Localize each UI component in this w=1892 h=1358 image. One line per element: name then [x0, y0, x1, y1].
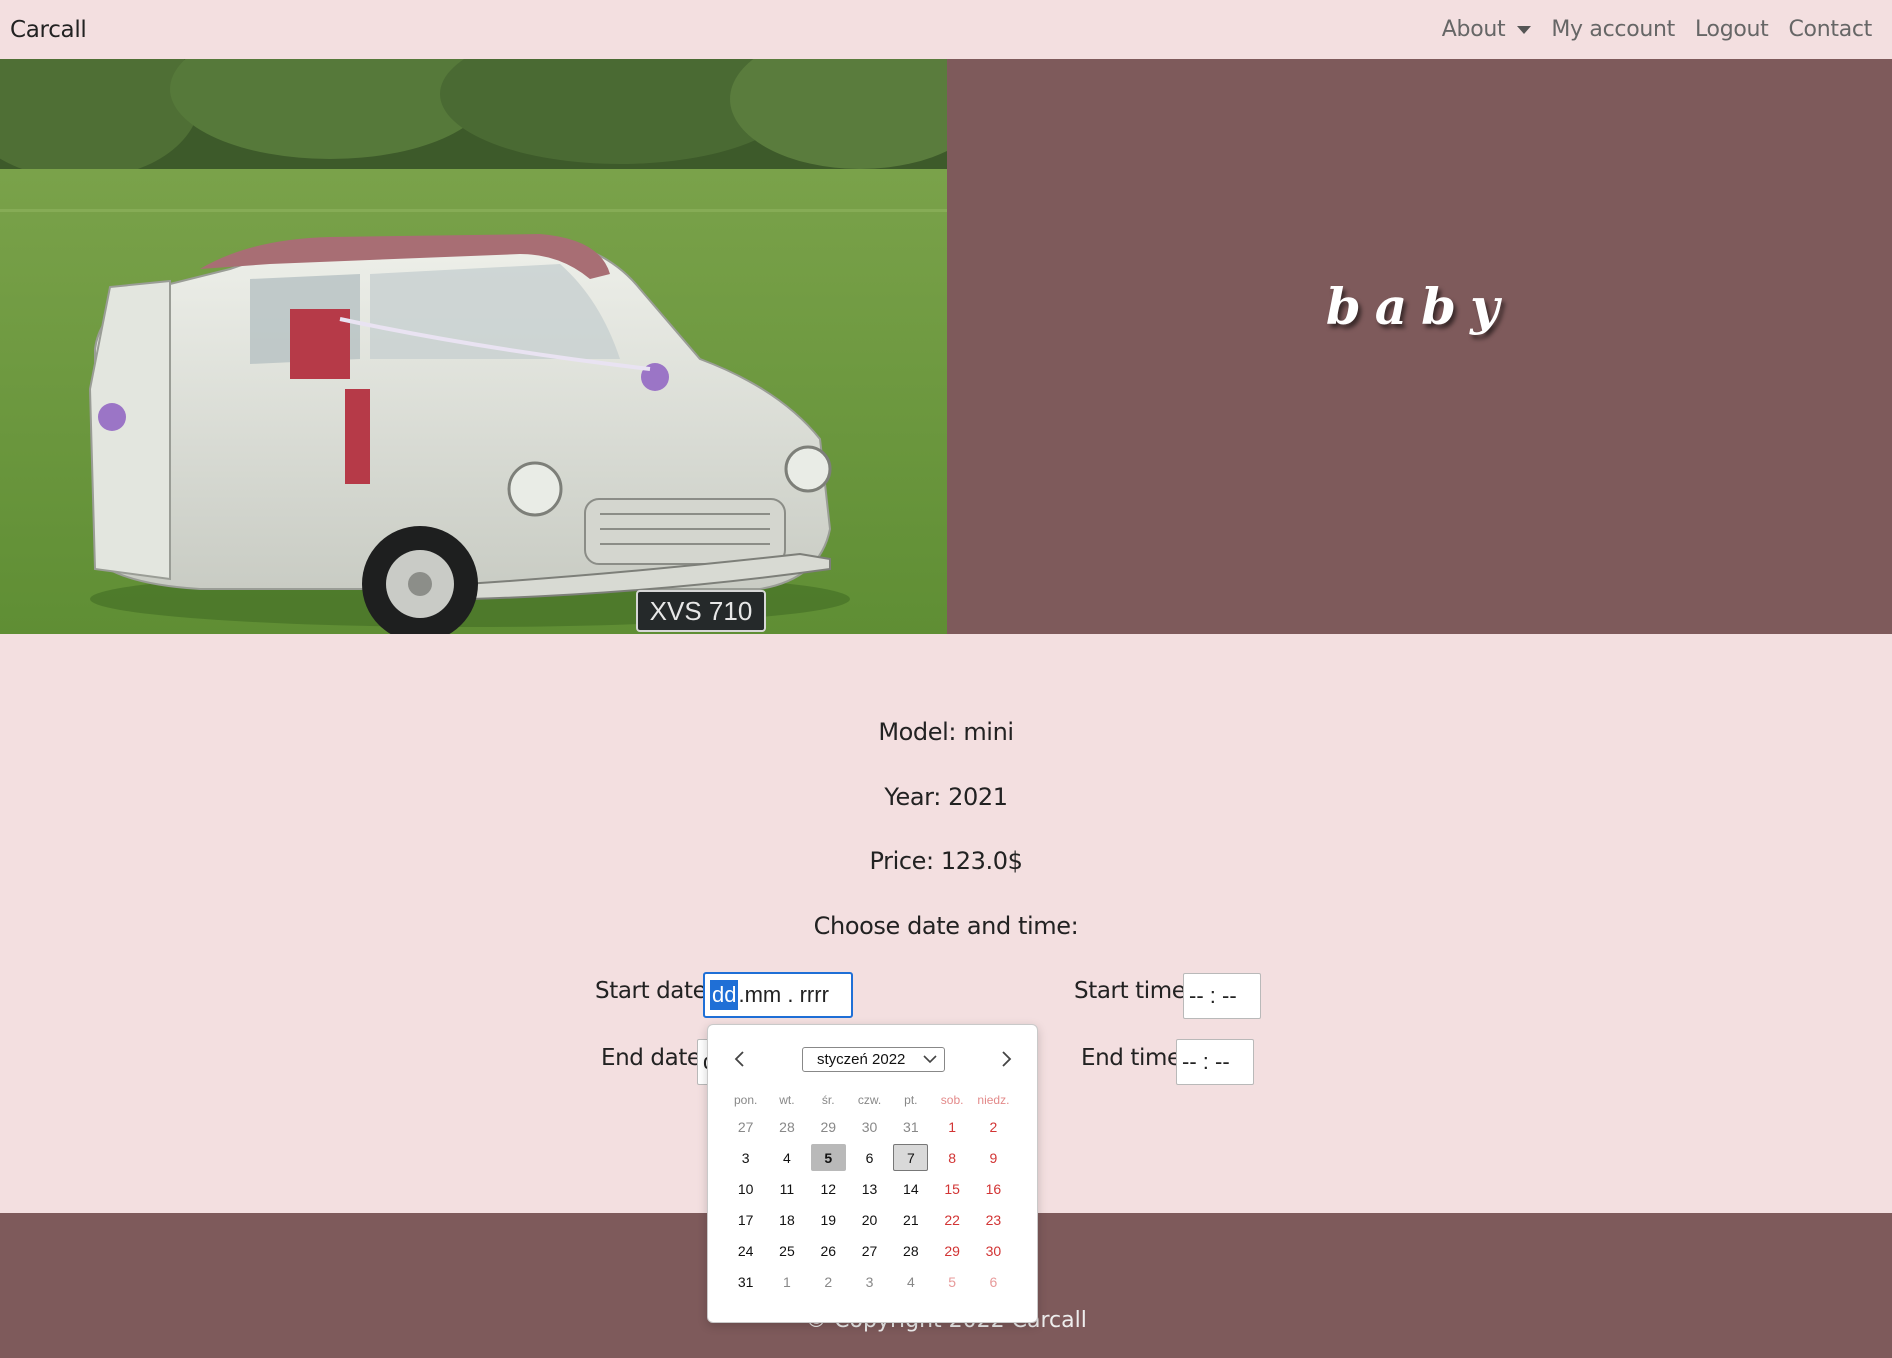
calendar-day[interactable]: 2	[976, 1113, 1011, 1140]
end-date-label: End date:	[601, 1045, 709, 1071]
next-month-button[interactable]	[992, 1045, 1020, 1073]
year-text: Year: 2021	[884, 783, 1008, 811]
nav-about-label: About	[1441, 17, 1506, 42]
calendar-day[interactable]: 26	[811, 1237, 846, 1264]
start-date-input[interactable]: dd .mm . rrrr	[703, 972, 853, 1018]
chevron-down-icon	[923, 1055, 937, 1064]
calendar-day[interactable]: 21	[893, 1206, 928, 1233]
calendar-day[interactable]: 8	[934, 1144, 969, 1171]
chevron-left-icon	[734, 1051, 744, 1067]
calendar-day[interactable]: 4	[893, 1268, 928, 1295]
calendar-day[interactable]: 24	[728, 1237, 763, 1264]
car-photo: XVS 710	[0, 59, 947, 634]
nav-links: About My account Logout Contact	[1432, 17, 1882, 42]
nav-contact[interactable]: Contact	[1779, 17, 1883, 42]
price-text: Price: 123.0$	[869, 847, 1023, 875]
end-time-input[interactable]: -- : --	[1176, 1039, 1254, 1085]
calendar-day[interactable]: 30	[852, 1113, 887, 1140]
calendar-day[interactable]: 27	[852, 1237, 887, 1264]
car-photo-graphic: XVS 710	[0, 59, 947, 634]
start-date-label: Start date:	[595, 978, 714, 1004]
start-time-input[interactable]: -- : --	[1183, 973, 1261, 1019]
month-year-label: styczeń 2022	[817, 1051, 906, 1068]
calendar-day[interactable]: 29	[934, 1237, 969, 1264]
weekday-header: pon.	[733, 1093, 758, 1107]
chevron-right-icon	[1002, 1051, 1012, 1067]
nav-my-account[interactable]: My account	[1541, 17, 1685, 42]
date-picker-header: styczeń 2022	[708, 1045, 1039, 1073]
calendar-day[interactable]: 30	[976, 1237, 1011, 1264]
car-name-title: baby	[1325, 277, 1514, 336]
calendar-day[interactable]: 28	[769, 1113, 804, 1140]
model-text: Model: mini	[878, 718, 1014, 746]
calendar-day[interactable]: 12	[811, 1175, 846, 1202]
weekday-header: wt.	[779, 1093, 795, 1107]
calendar-day[interactable]: 11	[769, 1175, 804, 1202]
calendar-day[interactable]: 19	[811, 1206, 846, 1233]
start-time-label: Start time:	[1074, 978, 1193, 1004]
calendar-day[interactable]: 4	[769, 1144, 804, 1171]
nav-about-dropdown[interactable]: About	[1432, 17, 1542, 42]
calendar-day[interactable]: 28	[893, 1237, 928, 1264]
choose-date-heading: Choose date and time:	[813, 912, 1079, 940]
calendar-day[interactable]: 25	[769, 1237, 804, 1264]
calendar-day[interactable]: 15	[934, 1175, 969, 1202]
nav-logout[interactable]: Logout	[1685, 17, 1779, 42]
calendar-day[interactable]: 31	[893, 1113, 928, 1140]
calendar-day[interactable]: 27	[728, 1113, 763, 1140]
calendar-day[interactable]: 1	[934, 1113, 969, 1140]
weekday-header: niedz.	[977, 1093, 1010, 1107]
start-date-day-segment[interactable]: dd	[710, 980, 739, 1010]
caret-down-icon	[1517, 25, 1532, 34]
calendar-day[interactable]: 3	[852, 1268, 887, 1295]
calendar-day[interactable]: 6	[852, 1144, 887, 1171]
weekday-header: śr.	[821, 1093, 835, 1107]
date-picker-popup: styczeń 2022 pon. wt. śr. czw. pt. sob. niedz.…	[707, 1024, 1038, 1323]
calendar-day[interactable]: 17	[728, 1206, 763, 1233]
calendar-day[interactable]: 1	[769, 1268, 804, 1295]
weekday-header: pt.	[904, 1093, 918, 1107]
car-plate-text: XVS 710	[650, 596, 753, 626]
calendar-day[interactable]: 13	[852, 1175, 887, 1202]
start-date-rest-segment[interactable]: .mm . rrrr	[738, 982, 828, 1008]
calendar-day[interactable]: 31	[728, 1268, 763, 1295]
calendar-day[interactable]: 7	[893, 1144, 929, 1171]
previous-month-button[interactable]	[726, 1045, 754, 1073]
calendar-day[interactable]: 9	[976, 1144, 1011, 1171]
calendar-day[interactable]: 16	[976, 1175, 1011, 1202]
calendar-day[interactable]: 23	[976, 1206, 1011, 1233]
calendar-day[interactable]: 6	[976, 1268, 1011, 1295]
calendar-day[interactable]: 14	[893, 1175, 928, 1202]
calendar-day[interactable]: 5	[934, 1268, 969, 1295]
calendar-day[interactable]: 5	[810, 1144, 846, 1171]
calendar-day[interactable]: 2	[811, 1268, 846, 1295]
calendar-day[interactable]: 3	[728, 1144, 763, 1171]
brand-link[interactable]: Carcall	[10, 17, 87, 43]
end-time-label: End time:	[1081, 1045, 1189, 1071]
calendar-day[interactable]: 29	[811, 1113, 846, 1140]
navbar: Carcall About My account Logout Contact	[0, 0, 1892, 59]
weekday-header: czw.	[857, 1093, 882, 1107]
hero-title-panel: baby	[947, 59, 1892, 634]
calendar-day[interactable]: 10	[728, 1175, 763, 1202]
calendar-day[interactable]: 22	[934, 1206, 969, 1233]
calendar-grid: pon. wt. śr. czw. pt. sob. niedz. 27 28 29 30 31 1 2 3…	[725, 1093, 1025, 1297]
weekday-header: sob.	[940, 1093, 964, 1107]
calendar-day[interactable]: 18	[769, 1206, 804, 1233]
month-year-select[interactable]: styczeń 2022	[802, 1047, 945, 1072]
calendar-day[interactable]: 20	[852, 1206, 887, 1233]
